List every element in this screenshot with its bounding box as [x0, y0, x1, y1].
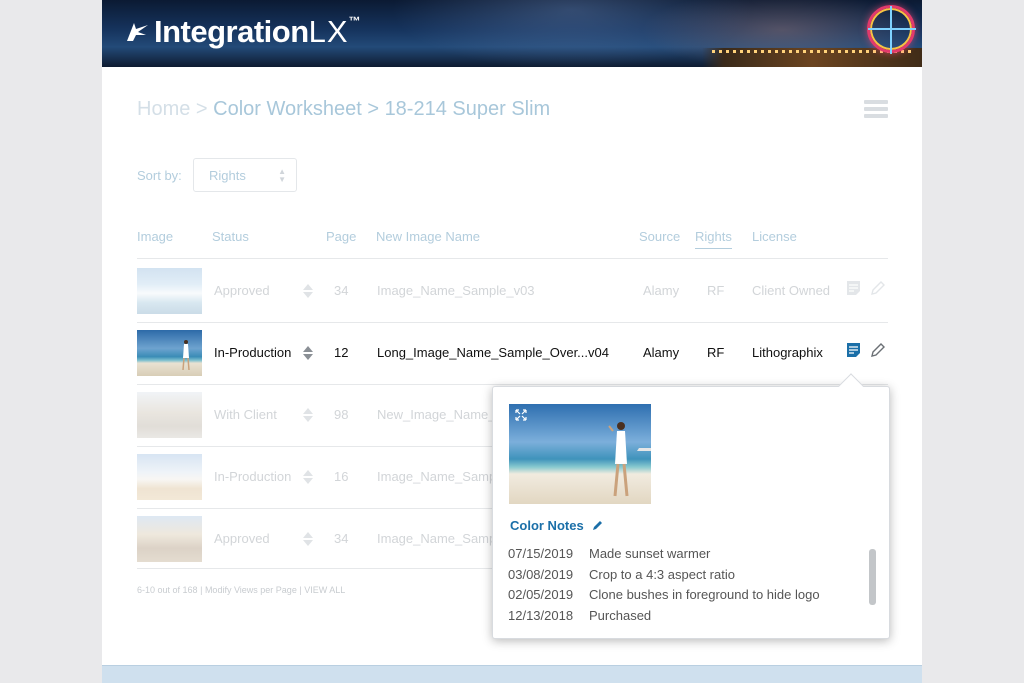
- column-header-status[interactable]: Status: [212, 229, 249, 244]
- breadcrumb-color-worksheet[interactable]: Color Worksheet: [213, 98, 362, 120]
- sort-arrows-icon: ▲ ▼: [278, 167, 286, 184]
- color-notes-popover: Color Notes 07/15/2019 Made sunset warmer…: [492, 373, 890, 639]
- footer-separator: |: [200, 585, 203, 595]
- brand-name-bold: Integration: [154, 14, 309, 49]
- notes-icon[interactable]: [846, 280, 861, 296]
- breadcrumb-separator: >: [195, 98, 208, 120]
- row-page: 34: [334, 283, 349, 298]
- row-source: Alamy: [643, 283, 680, 298]
- pagination-range: 6-10 out of 168: [137, 585, 198, 595]
- edit-pencil-icon[interactable]: [592, 519, 604, 531]
- edit-pencil-icon[interactable]: [870, 280, 886, 296]
- status-sort-arrows-icon[interactable]: [303, 344, 313, 362]
- list-item: 03/08/2019 Crop to a 4:3 aspect ratio: [508, 567, 820, 588]
- notes-scrollbar[interactable]: [869, 549, 876, 605]
- row-status: In-Production: [214, 345, 292, 360]
- divider: [137, 258, 888, 259]
- color-notes-title: Color Notes: [510, 518, 584, 533]
- row-thumbnail[interactable]: [137, 454, 202, 500]
- row-thumbnail[interactable]: [137, 268, 202, 314]
- notes-icon[interactable]: [846, 342, 861, 358]
- ferris-wheel-graphic: [867, 5, 916, 54]
- footer-separator: |: [299, 585, 302, 595]
- pagination-footer: 6-10 out of 168 | Modify Views per Page …: [137, 585, 345, 595]
- row-source: Alamy: [643, 345, 680, 360]
- row-status: With Client: [214, 407, 277, 422]
- note-text: Purchased: [589, 607, 652, 623]
- row-page: 98: [334, 407, 349, 422]
- row-name: Long_Image_Name_Sample_Over...v04: [377, 345, 609, 360]
- app-window: IntegrationLX™ Home > Color Worksheet > …: [102, 0, 922, 683]
- list-item: 07/15/2019 Made sunset warmer: [508, 546, 820, 567]
- status-sort-arrows-icon[interactable]: [303, 468, 313, 486]
- woman-figure-graphic: [608, 422, 651, 497]
- modify-views-link[interactable]: Modify Views per Page: [205, 585, 297, 595]
- row-status: Approved: [214, 531, 270, 546]
- table-row[interactable]: In-Production 12 Long_Image_Name_Sample_…: [137, 322, 888, 384]
- note-date: 03/08/2019: [508, 566, 574, 582]
- breadcrumb-home[interactable]: Home: [137, 98, 190, 120]
- row-name: Image_Name_Sample_v03: [377, 283, 535, 298]
- note-date: 02/05/2019: [508, 587, 574, 603]
- sort-label: Sort by:: [137, 168, 182, 183]
- color-notes-list: 07/15/2019 Made sunset warmer 03/08/2019 C…: [508, 546, 820, 628]
- table-row[interactable]: Approved 34 Image_Name_Sample_v03 Alamy …: [137, 260, 888, 322]
- row-name: Image_Name_Samp: [377, 469, 497, 484]
- column-header-image[interactable]: Image: [137, 229, 173, 244]
- popover-preview-image[interactable]: [509, 404, 651, 504]
- color-notes-heading: Color Notes: [510, 518, 604, 533]
- note-text: Clone bushes in foreground to hide logo: [589, 587, 820, 603]
- row-page: 34: [334, 531, 349, 546]
- status-sort-arrows-icon[interactable]: [303, 530, 313, 548]
- header-banner: IntegrationLX™: [102, 0, 922, 67]
- note-date: 12/13/2018: [508, 607, 574, 623]
- brand-name-light: LX: [308, 14, 349, 49]
- list-item: 02/05/2019 Clone bushes in foreground to …: [508, 587, 820, 608]
- sort-select-value: Rights: [209, 168, 246, 183]
- list-item: 12/13/2018 Purchased: [508, 608, 820, 629]
- note-text: Crop to a 4:3 aspect ratio: [589, 566, 735, 582]
- breadcrumb-separator: >: [367, 98, 379, 120]
- brand-trademark: ™: [348, 14, 361, 28]
- row-name: Image_Name_Samp: [377, 531, 497, 546]
- row-thumbnail[interactable]: [137, 516, 202, 562]
- row-status: In-Production: [214, 469, 292, 484]
- note-text: Made sunset warmer: [589, 546, 711, 561]
- column-header-rights[interactable]: Rights: [695, 229, 732, 249]
- menu-icon[interactable]: [864, 100, 888, 118]
- column-header-page[interactable]: Page: [326, 229, 356, 244]
- column-header-new-image-name[interactable]: New Image Name: [376, 229, 480, 244]
- status-sort-arrows-icon[interactable]: [303, 406, 313, 424]
- row-license: Client Owned: [752, 283, 831, 298]
- brand-logo[interactable]: IntegrationLX™: [124, 14, 361, 50]
- row-name: New_Image_Name_0: [377, 407, 503, 422]
- note-date: 07/15/2019: [508, 546, 574, 561]
- woman-figure-graphic: [182, 340, 190, 371]
- row-status: Approved: [214, 283, 270, 298]
- row-rights: RF: [707, 345, 725, 360]
- row-page: 12: [334, 345, 349, 360]
- expand-icon[interactable]: [515, 409, 527, 421]
- bird-logo-icon: [127, 23, 148, 41]
- view-all-link[interactable]: VIEW ALL: [304, 585, 345, 595]
- breadcrumb-current: 18-214 Super Slim: [384, 98, 551, 120]
- breadcrumb: Home > Color Worksheet > 18-214 Super Sl…: [137, 98, 550, 121]
- row-rights: RF: [707, 283, 725, 298]
- row-thumbnail[interactable]: [137, 392, 202, 438]
- edit-pencil-icon[interactable]: [870, 342, 886, 358]
- row-thumbnail[interactable]: [137, 330, 202, 376]
- row-license: Lithographix: [752, 345, 823, 360]
- bottom-bar: [102, 665, 922, 683]
- row-page: 16: [334, 469, 349, 484]
- status-sort-arrows-icon[interactable]: [303, 282, 313, 300]
- sort-select[interactable]: Rights ▲ ▼: [193, 158, 297, 192]
- column-header-source[interactable]: Source: [639, 229, 680, 244]
- column-header-license[interactable]: License: [752, 229, 797, 244]
